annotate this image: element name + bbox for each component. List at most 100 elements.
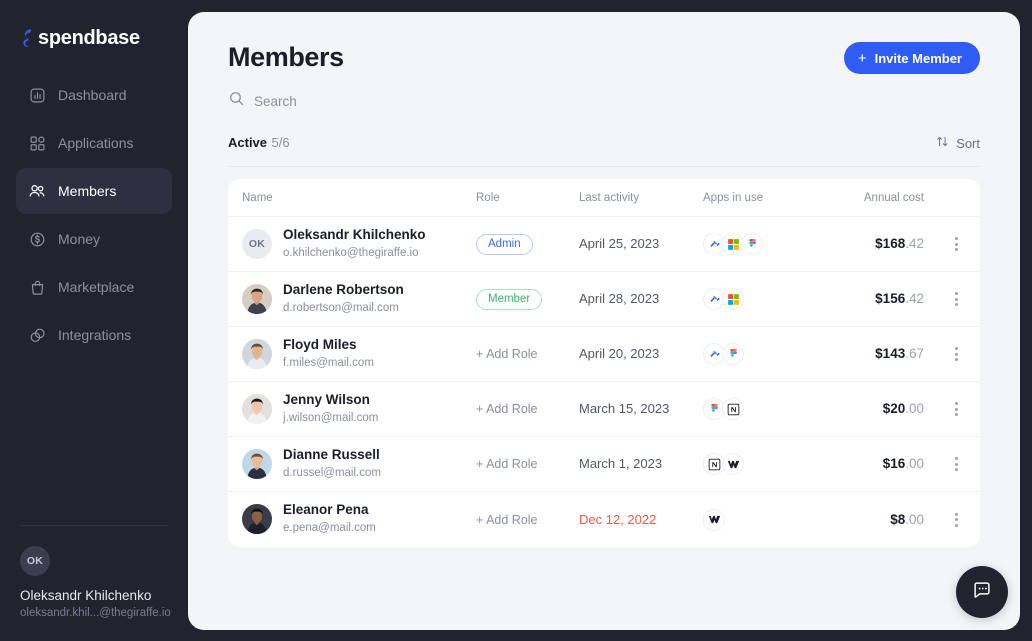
app-icon-group (703, 453, 744, 475)
dollar-circle-icon (28, 230, 46, 248)
sidebar: spendbase Dashboard Applications Members… (0, 0, 188, 641)
avatar (242, 338, 272, 369)
sort-label: Sort (956, 135, 980, 151)
annual-cost-whole: $8 (890, 511, 906, 527)
overlap-circles-icon (28, 326, 46, 344)
cell-name: Eleanor Pena e.pena@mail.com (242, 502, 476, 536)
page-title: Members (228, 42, 344, 72)
avatar-initials: OK (26, 555, 44, 567)
cell-name: Jenny Wilson j.wilson@mail.com (242, 392, 476, 426)
cell-apps-in-use (703, 343, 855, 365)
sidebar-item-members[interactable]: Members (16, 168, 172, 214)
annual-cost-whole: $156 (875, 291, 906, 306)
avatar (242, 504, 272, 535)
add-role-button[interactable]: + Add Role (476, 402, 538, 416)
add-role-button[interactable]: + Add Role (476, 347, 538, 361)
active-label: Active (228, 135, 268, 150)
cell-annual-cost: $168.42 (855, 235, 946, 253)
member-identity: Eleanor Pena e.pena@mail.com (283, 502, 376, 536)
avatar (242, 448, 272, 479)
status-badge[interactable]: Member (476, 288, 543, 310)
kebab-menu-icon[interactable] (951, 288, 962, 310)
annual-cost-decimal: .42 (905, 236, 924, 251)
member-email: o.khilchenko@thegiraffe.io (283, 246, 419, 259)
table-row[interactable]: Jenny Wilson j.wilson@mail.com + Add Role M… (228, 382, 980, 437)
last-activity-date: Dec 12, 2022 (579, 511, 657, 527)
kebab-menu-icon[interactable] (951, 343, 962, 365)
cell-last-activity: April 28, 2023 (579, 290, 703, 308)
avatar (242, 393, 272, 424)
webflow-icon[interactable] (703, 508, 725, 531)
app-root: spendbase Dashboard Applications Members… (0, 0, 1032, 641)
sort-arrows-icon (936, 135, 949, 151)
figma-icon[interactable] (722, 343, 744, 365)
search-bar[interactable] (228, 90, 980, 112)
chat-widget-button[interactable] (956, 566, 1008, 618)
webflow-icon[interactable] (722, 453, 744, 475)
sidebar-user-section[interactable]: OK Oleksandr Khilchenko oleksandr.khil..… (0, 525, 188, 641)
sidebar-item-dashboard[interactable]: Dashboard (16, 72, 172, 118)
search-input[interactable] (254, 93, 514, 109)
kebab-menu-icon[interactable] (951, 509, 962, 531)
invite-member-button[interactable]: + Invite Member (843, 42, 980, 74)
member-identity: Oleksandr Khilchenko o.khilchenko@thegira… (283, 227, 426, 261)
cell-role: + Add Role (476, 345, 579, 363)
cell-role: + Add Role (476, 511, 579, 529)
sidebar-item-money[interactable]: Money (16, 216, 172, 262)
member-name: Jenny Wilson (283, 391, 370, 407)
annual-cost-decimal: .00 (905, 401, 924, 416)
search-icon (228, 90, 245, 112)
member-name: Darlene Robertson (283, 281, 404, 297)
notion-icon[interactable] (722, 398, 744, 420)
cell-name: Darlene Robertson d.robertson@mail.com (242, 282, 476, 316)
cell-role: + Add Role (476, 400, 579, 418)
users-icon (28, 182, 46, 200)
plus-icon: + (857, 49, 867, 67)
table-row[interactable]: OK Oleksandr Khilchenko o.khilchenko@thegi… (228, 217, 980, 272)
status-badge[interactable]: Admin (476, 233, 533, 255)
annual-cost-value: $168.42 (875, 236, 924, 251)
sidebar-item-label: Applications (58, 135, 134, 151)
kebab-menu-icon[interactable] (951, 233, 962, 255)
sidebar-nav: Dashboard Applications Members Money Mar… (0, 72, 188, 358)
active-count: 5/6 (271, 135, 290, 150)
add-role-button[interactable]: + Add Role (476, 513, 538, 527)
last-activity-date: March 15, 2023 (579, 401, 670, 416)
cell-annual-cost: $143.67 (855, 345, 946, 363)
cell-apps-in-use (703, 508, 855, 531)
cell-name: Floyd Miles f.miles@mail.com (242, 337, 476, 371)
member-email: j.wilson@mail.com (283, 411, 379, 424)
microsoft-icon[interactable] (722, 288, 744, 310)
avatar: OK (242, 228, 272, 259)
main-panel: Members + Invite Member Active (188, 12, 1020, 630)
annual-cost-value: $16.00 (883, 456, 924, 471)
kebab-menu-icon[interactable] (951, 453, 962, 475)
cell-apps-in-use (703, 233, 855, 255)
cell-name: Dianne Russell d.russel@mail.com (242, 447, 476, 481)
app-icon-group (703, 343, 744, 365)
sidebar-item-applications[interactable]: Applications (16, 120, 172, 166)
sidebar-item-marketplace[interactable]: Marketplace (16, 264, 172, 310)
brand-logo[interactable]: spendbase (0, 0, 188, 54)
cell-actions (946, 398, 966, 420)
table-body: OK Oleksandr Khilchenko o.khilchenko@thegi… (228, 217, 980, 547)
sidebar-divider (20, 525, 168, 526)
panel-header: Members + Invite Member Active (188, 12, 1020, 167)
table-row[interactable]: Darlene Robertson d.robertson@mail.com Mem… (228, 272, 980, 327)
table-row[interactable]: Floyd Miles f.miles@mail.com + Add Role Apr… (228, 327, 980, 382)
annual-cost-whole: $168 (875, 236, 906, 251)
sidebar-item-integrations[interactable]: Integrations (16, 312, 172, 358)
figma-icon[interactable] (741, 233, 763, 255)
table-toolbar: Active 5/6 Sort (228, 134, 980, 167)
member-email: f.miles@mail.com (283, 356, 374, 369)
last-activity-date: April 25, 2023 (579, 236, 660, 251)
cell-actions (946, 233, 966, 255)
kebab-menu-icon[interactable] (951, 398, 962, 420)
sort-button[interactable]: Sort (936, 135, 980, 151)
table-row[interactable]: Dianne Russell d.russel@mail.com + Add Rol… (228, 437, 980, 492)
avatar: OK (20, 546, 50, 576)
annual-cost-value: $20.00 (883, 401, 924, 416)
add-role-button[interactable]: + Add Role (476, 457, 538, 471)
cell-actions (946, 453, 966, 475)
table-row[interactable]: Eleanor Pena e.pena@mail.com + Add Role Dec… (228, 492, 980, 547)
